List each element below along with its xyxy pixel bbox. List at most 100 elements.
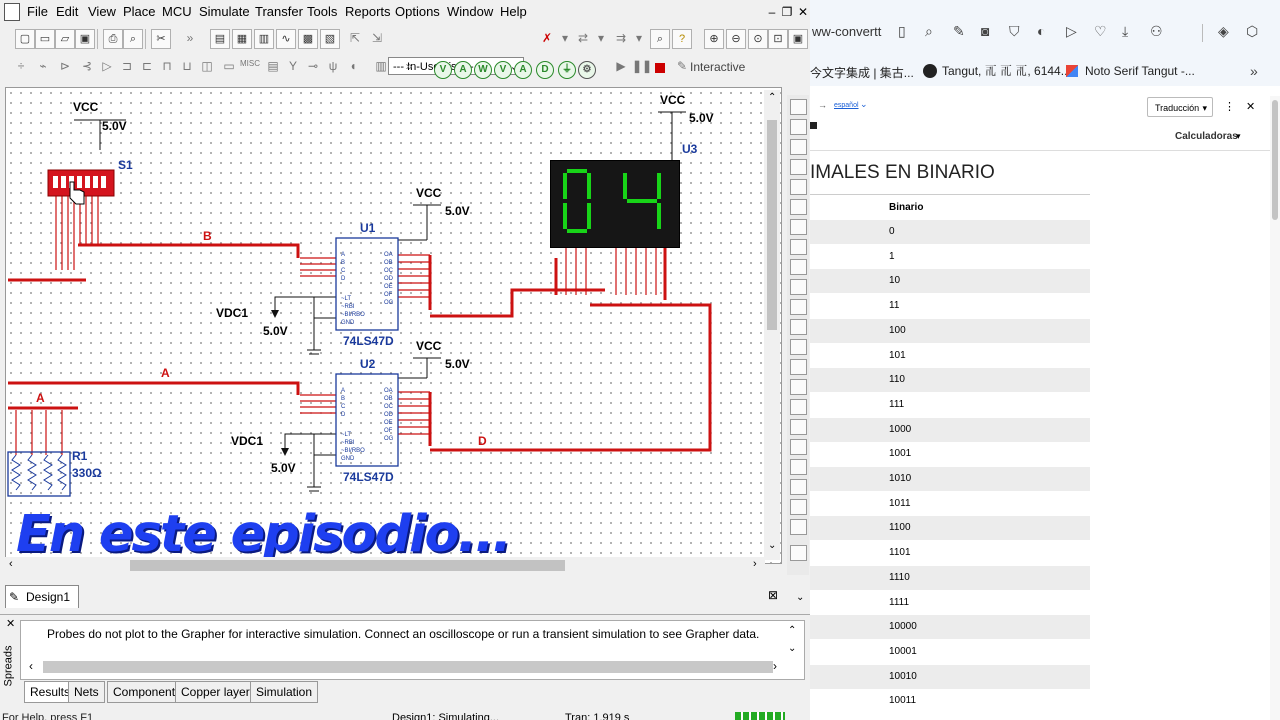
frequency-counter-icon[interactable] xyxy=(790,219,807,235)
calculadoras-menu[interactable]: Calculadoras xyxy=(1175,131,1238,142)
net-d-label: D xyxy=(478,434,487,448)
u3-label: U3 xyxy=(682,142,698,156)
svg-text:B: B xyxy=(341,260,345,266)
tab-design1[interactable]: ✎ Design1 * xyxy=(5,585,79,626)
table-row: 10000 xyxy=(810,615,1090,640)
svg-text:OE: OE xyxy=(384,284,393,290)
panel-settings-icon[interactable]: ⊠ xyxy=(768,588,778,602)
page-left-mark xyxy=(810,122,817,129)
search-icon[interactable]: ⌕ xyxy=(925,23,933,40)
shield-icon[interactable]: ⛉ xyxy=(1009,23,1020,40)
current-probe-icon[interactable] xyxy=(790,499,807,515)
v5-label-u3: 5.0V xyxy=(689,111,714,125)
bookmark-2[interactable]: Tangut, 𗀀 𗀀 𗀀, 6144... xyxy=(942,64,1071,78)
bookmark-3[interactable]: Noto Serif Tangut -... xyxy=(1085,64,1195,78)
chip-u2-name: 74LS47D xyxy=(343,470,394,484)
profile-icon[interactable]: ⚇ xyxy=(1150,23,1163,40)
tab-nets[interactable]: Nets xyxy=(68,681,105,703)
logic-analyzer-icon[interactable] xyxy=(790,279,807,295)
vcc-label-s1: VCC xyxy=(73,100,99,114)
canvas-vertical-scrollbar[interactable]: ⌃ ⌄ xyxy=(764,90,780,560)
four-channel-scope-icon[interactable] xyxy=(790,179,807,195)
results-scroll-down-icon[interactable]: ⌄ xyxy=(788,643,796,654)
reading-mode-icon[interactable]: ▯ xyxy=(898,23,906,40)
binary-cell: 101 xyxy=(889,349,906,361)
results-scroll-right-icon[interactable]: › xyxy=(773,659,777,673)
tab-simulation[interactable]: Simulation xyxy=(250,681,319,703)
results-scroll-up-icon[interactable]: ⌃ xyxy=(788,625,796,636)
table-row: 1100 xyxy=(810,516,1090,541)
browser-address-bar: ww-convertt ▯ ⌕ ✎ ◙ ⛉ ◐ ▷ ♡ ⤓ ⚇ ◈ ⬡ xyxy=(810,0,1280,58)
svg-text:OG: OG xyxy=(384,436,394,442)
multisim-window: File Edit View Place MCU Simulate Transf… xyxy=(0,0,810,720)
extra-instrument-icon[interactable] xyxy=(790,545,807,561)
agilent-generator-icon[interactable] xyxy=(790,379,807,395)
binary-cell: 111 xyxy=(889,398,905,410)
translate-select[interactable]: Traducción ▾ xyxy=(1147,97,1213,117)
language-link[interactable]: español xyxy=(834,102,859,109)
tektronix-scope-icon[interactable] xyxy=(790,439,807,455)
v5-label-vdc-bottom: 5.0V xyxy=(271,461,296,475)
address-url[interactable]: ww-convertt xyxy=(812,24,881,39)
extension2-icon[interactable]: ◈ xyxy=(1218,23,1229,40)
binary-cell: 1010 xyxy=(889,473,912,484)
bookmark-1[interactable]: 今文字集成 | 集古... xyxy=(810,64,914,81)
r1-label: R1 xyxy=(72,449,88,463)
measurement-probe-icon[interactable] xyxy=(790,519,807,535)
scroll-up-icon[interactable]: ⌃ xyxy=(768,92,776,103)
oscilloscope-icon[interactable] xyxy=(790,159,807,175)
screenshot-icon[interactable]: ◙ xyxy=(981,23,989,39)
svg-text:OA: OA xyxy=(384,388,393,394)
extension-icon[interactable]: ◐ xyxy=(1037,23,1045,39)
scroll-left-icon[interactable]: ‹ xyxy=(9,558,13,570)
vcc-label-u1: VCC xyxy=(416,186,442,200)
ni-elvis-icon[interactable] xyxy=(790,479,807,495)
v5-label-vdc-top: 5.0V xyxy=(263,324,288,338)
iv-analyzer-icon[interactable] xyxy=(790,299,807,315)
wattmeter-icon[interactable] xyxy=(790,139,807,155)
binary-cell: 1111 xyxy=(889,596,910,608)
back-arrow-icon[interactable]: → xyxy=(818,100,827,110)
play-icon[interactable]: ▷ xyxy=(1066,23,1077,40)
panel-close-icon[interactable]: ✕ xyxy=(6,617,15,630)
box-icon[interactable]: ⬡ xyxy=(1246,23,1258,40)
canvas-horizontal-scrollbar[interactable]: ‹ › xyxy=(5,557,765,574)
net-a-label: A xyxy=(161,366,170,380)
table-row: 100 xyxy=(810,318,1090,343)
word-generator-icon[interactable] xyxy=(790,239,807,255)
edit-icon[interactable]: ✎ xyxy=(953,23,965,40)
heading-underline xyxy=(810,194,1090,195)
multimeter-icon[interactable] xyxy=(790,99,807,115)
binary-cell: 10010 xyxy=(889,670,917,682)
tab-copper-layers[interactable]: Copper layers xyxy=(175,681,262,703)
results-scroll-left-icon[interactable]: ‹ xyxy=(29,659,33,673)
table-row: 10 xyxy=(810,269,1090,294)
labview-icon[interactable] xyxy=(790,459,807,475)
spectrum-analyzer-icon[interactable] xyxy=(790,339,807,355)
bookmarks-overflow-icon[interactable]: » xyxy=(1250,63,1258,79)
page-heading: IMALES EN BINARIO xyxy=(810,162,995,183)
results-hscroll-thumb[interactable] xyxy=(43,661,773,673)
logic-converter-icon[interactable] xyxy=(790,259,807,275)
distortion-analyzer-icon[interactable] xyxy=(790,319,807,335)
page-scroll-thumb[interactable] xyxy=(1272,100,1278,220)
table-row: 1011 xyxy=(810,492,1090,516)
kebab-menu-icon[interactable]: ⋮ xyxy=(1224,100,1235,113)
header-shadow xyxy=(810,150,1280,151)
function-generator-icon[interactable] xyxy=(790,119,807,135)
scroll-down-icon[interactable]: ⌄ xyxy=(768,540,776,551)
vscroll-thumb[interactable] xyxy=(767,120,777,330)
network-analyzer-icon[interactable] xyxy=(790,359,807,375)
scroll-right-icon[interactable]: › xyxy=(753,558,757,570)
panel-collapse-icon[interactable]: ⌄ xyxy=(796,592,804,603)
hscroll-thumb[interactable] xyxy=(130,560,565,571)
bode-plotter-icon[interactable] xyxy=(790,199,807,215)
agilent-scope-icon[interactable] xyxy=(790,419,807,435)
page-close-icon[interactable]: ✕ xyxy=(1246,100,1255,113)
agilent-multimeter-icon[interactable] xyxy=(790,399,807,415)
resistor-r1 xyxy=(7,451,71,497)
favorite-icon[interactable]: ♡ xyxy=(1094,23,1107,40)
download-icon[interactable]: ⤓ xyxy=(1122,23,1128,40)
page-vertical-scrollbar[interactable] xyxy=(1270,96,1280,720)
column-header-binario: Binario xyxy=(889,202,924,213)
